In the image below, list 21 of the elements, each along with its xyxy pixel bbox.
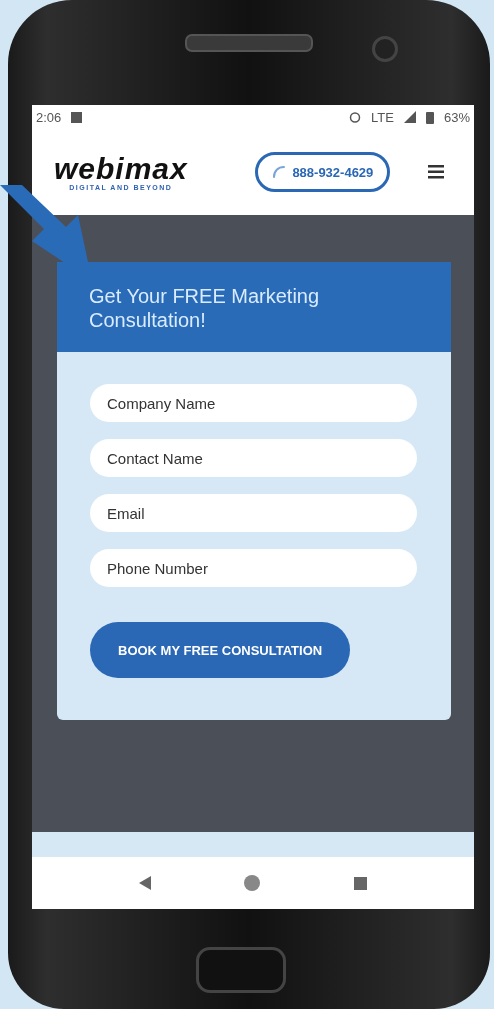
menu-button[interactable] bbox=[428, 165, 444, 179]
image-icon bbox=[71, 111, 83, 123]
submit-button[interactable]: BOOK MY FREE CONSULTATION bbox=[90, 622, 351, 678]
input-field[interactable]: Phone Number bbox=[90, 549, 417, 587]
form-title: Get Your FREE Marketing Consultation! bbox=[89, 284, 321, 332]
phone-button[interactable]: 888-932-4629 bbox=[255, 152, 391, 192]
input-field[interactable]: Email bbox=[90, 494, 417, 532]
battery-percent: 63% bbox=[443, 109, 470, 125]
logo-wordmark: webimax bbox=[54, 153, 188, 184]
input-field[interactable]: Company Name bbox=[90, 384, 417, 422]
battery-icon bbox=[425, 110, 434, 124]
menu-icon bbox=[428, 165, 444, 179]
phone-icon bbox=[272, 165, 287, 179]
input-field[interactable]: Contact Name bbox=[90, 439, 417, 477]
signal-icon bbox=[403, 111, 416, 123]
recents-icon[interactable] bbox=[354, 876, 368, 890]
network-label: LTE bbox=[371, 109, 394, 125]
back-icon[interactable] bbox=[138, 876, 151, 890]
home-icon[interactable] bbox=[244, 875, 261, 891]
status-time: 2:06 bbox=[36, 109, 62, 125]
camera-lens bbox=[372, 36, 398, 62]
